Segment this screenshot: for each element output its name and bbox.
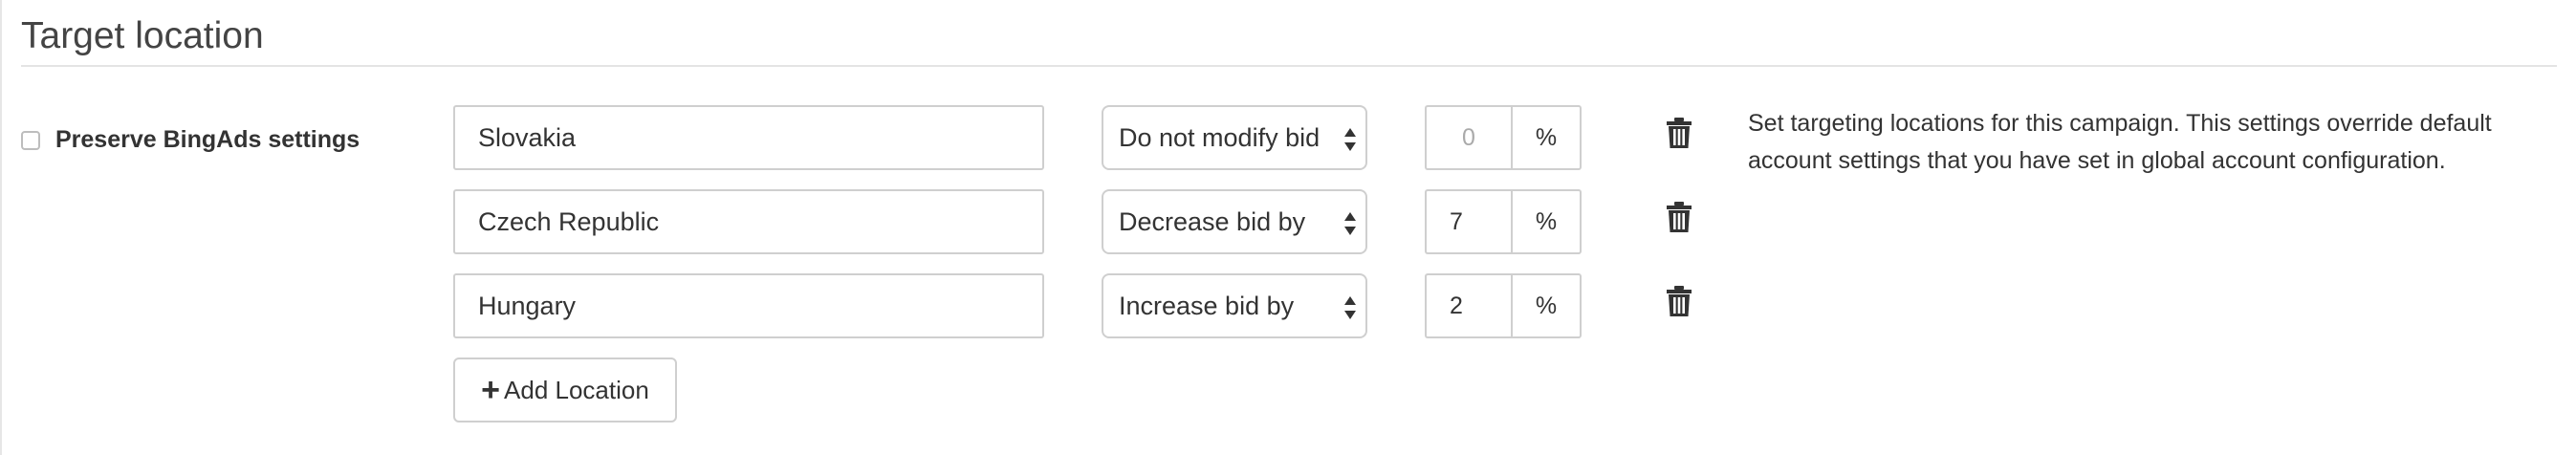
sort-arrows-icon: [1344, 128, 1356, 151]
bid-percent-group: 0 %: [1425, 105, 1582, 170]
bid-mode-select[interactable]: Do not modify bid: [1102, 105, 1367, 170]
help-text: Set targeting locations for this campaig…: [1748, 110, 2492, 174]
percent-addon: %: [1511, 105, 1582, 170]
bid-mode-select[interactable]: Increase bid by: [1102, 273, 1367, 338]
section-title: Target location: [21, 15, 264, 56]
bid-percent-input[interactable]: 2: [1425, 273, 1511, 338]
location-input[interactable]: Slovakia: [453, 105, 1044, 170]
bid-mode-value: Decrease bid by: [1119, 207, 1306, 236]
percent-addon: %: [1511, 273, 1582, 338]
location-input[interactable]: Hungary: [453, 273, 1044, 338]
sort-arrows-icon: [1344, 212, 1356, 235]
location-row: Hungary Increase bid by 2 %: [0, 273, 1721, 338]
location-input[interactable]: Czech Republic: [453, 189, 1044, 254]
location-row: Czech Republic Decrease bid by 7 %: [0, 189, 1721, 254]
location-row: Slovakia Do not modify bid 0 %: [0, 105, 1721, 170]
trash-icon[interactable]: [1666, 201, 1692, 233]
bid-mode-value: Increase bid by: [1119, 292, 1295, 320]
trash-icon[interactable]: [1666, 117, 1692, 149]
bid-percent-group: 2 %: [1425, 273, 1582, 338]
percent-addon: %: [1511, 189, 1582, 254]
bid-percent-input[interactable]: 0: [1425, 105, 1511, 170]
bid-percent-input[interactable]: 7: [1425, 189, 1511, 254]
title-divider: [21, 65, 2557, 67]
bid-mode-select[interactable]: Decrease bid by: [1102, 189, 1367, 254]
plus-icon: +: [481, 372, 501, 408]
trash-icon[interactable]: [1666, 285, 1692, 317]
bid-percent-group: 7 %: [1425, 189, 1582, 254]
sort-arrows-icon: [1344, 296, 1356, 319]
bid-mode-value: Do not modify bid: [1119, 123, 1321, 152]
add-location-label: Add Location: [504, 375, 649, 404]
add-location-button[interactable]: + Add Location: [453, 358, 677, 422]
